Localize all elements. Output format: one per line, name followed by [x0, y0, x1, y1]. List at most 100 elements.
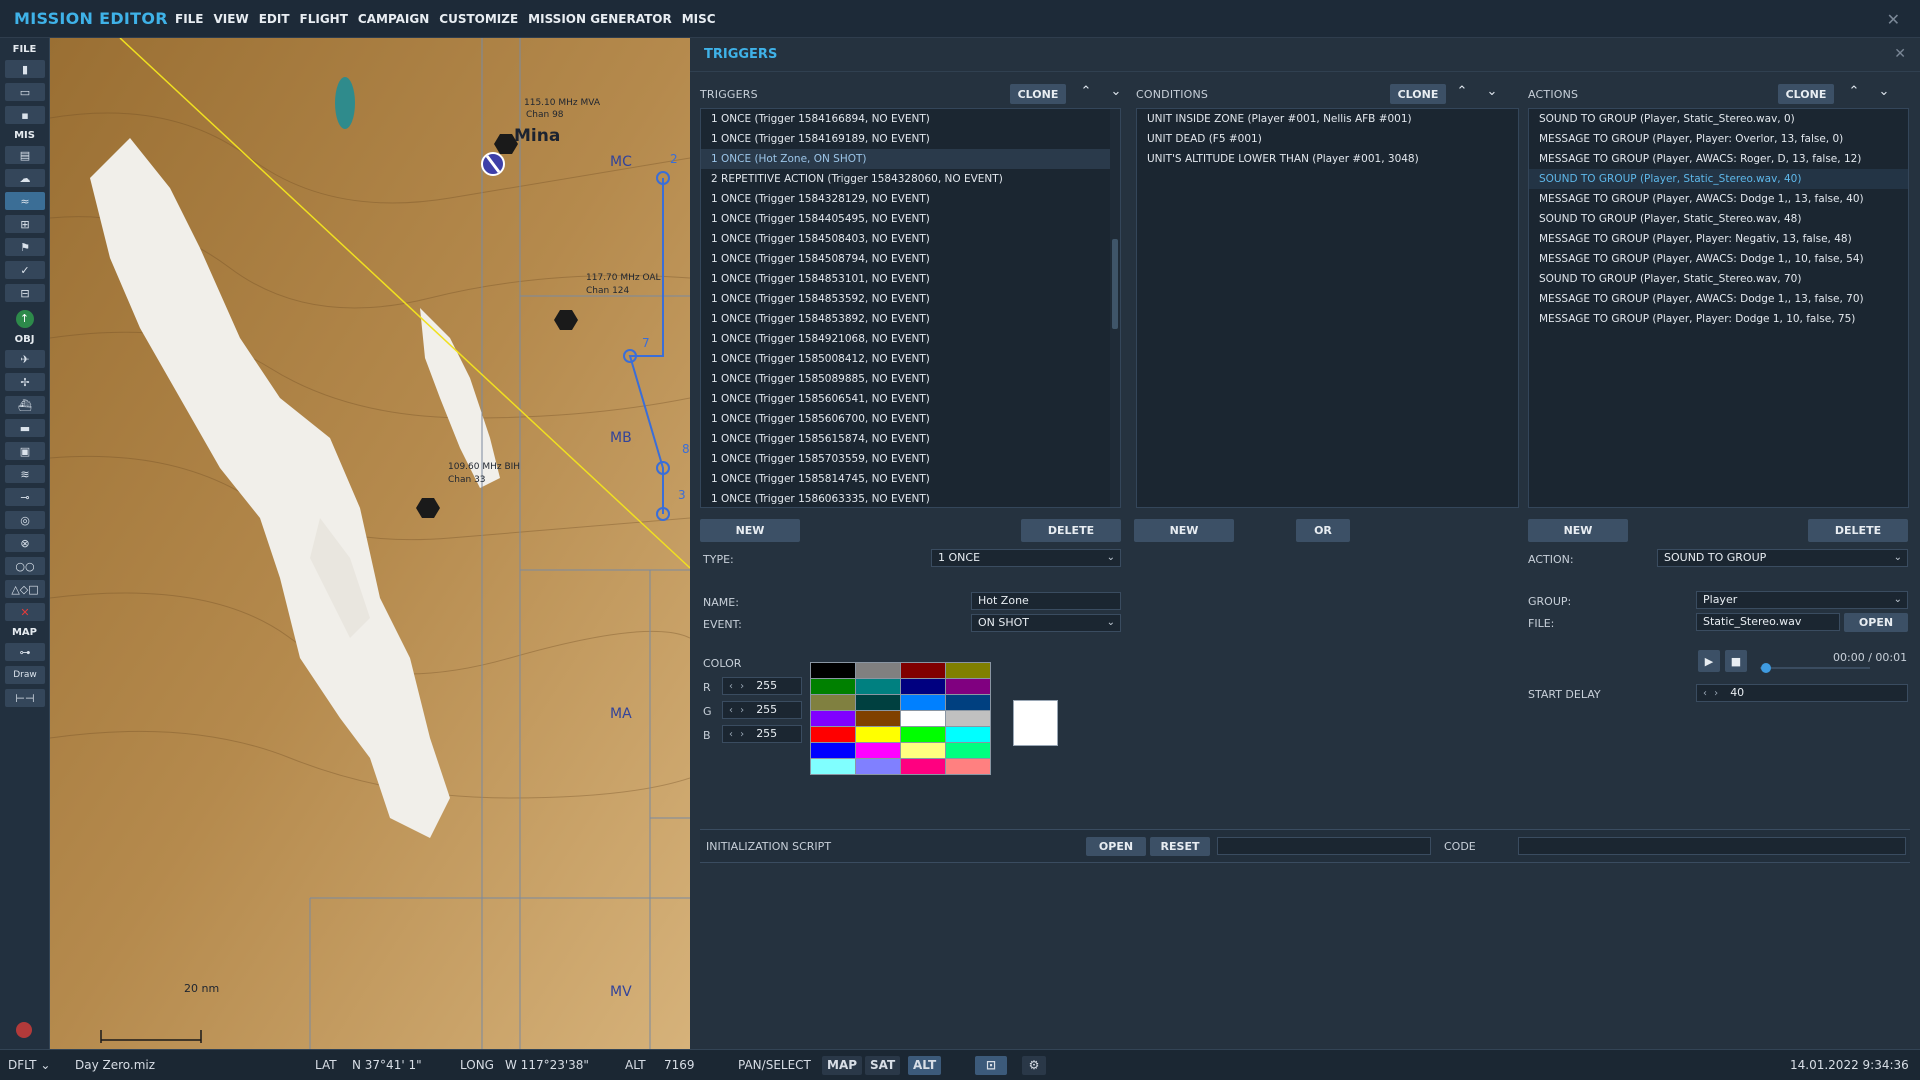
list-item[interactable]: SOUND TO GROUP (Player, Static_Stereo.wa…	[1529, 269, 1908, 289]
list-item[interactable]: 1 ONCE (Trigger 1584328129, NO EVENT)	[701, 189, 1120, 209]
init-script-file-field[interactable]	[1217, 837, 1431, 855]
list-item[interactable]: 1 ONCE (Trigger 1584853892, NO EVENT)	[701, 309, 1120, 329]
zone-icon[interactable]: ⊗	[5, 534, 45, 552]
color-swatch[interactable]	[901, 679, 945, 694]
spinner-arrows-icon[interactable]: ‹ ›	[1703, 688, 1720, 699]
name-field[interactable]: Hot Zone	[971, 592, 1121, 610]
init-script-reset-button[interactable]: RESET	[1150, 837, 1210, 856]
camera-icon[interactable]: ⊡	[975, 1056, 1007, 1075]
init-script-open-button[interactable]: OPEN	[1086, 837, 1146, 856]
color-swatch[interactable]	[811, 695, 855, 710]
color-swatch[interactable]	[901, 663, 945, 678]
vehicle-icon[interactable]: ▬	[5, 419, 45, 437]
list-item[interactable]: 1 ONCE (Trigger 1584166894, NO EVENT)	[701, 109, 1120, 129]
group-icon[interactable]: ○○	[5, 557, 45, 575]
start-delay-spinner[interactable]: ‹ › 40	[1696, 684, 1908, 702]
list-item[interactable]: MESSAGE TO GROUP (Player, Player: Negati…	[1529, 229, 1908, 249]
color-swatch[interactable]	[901, 711, 945, 726]
trigger-zone-icon[interactable]: ⊞	[5, 215, 45, 233]
audio-progress-handle[interactable]	[1761, 663, 1771, 673]
route-icon[interactable]: ⊸	[5, 488, 45, 506]
color-swatch[interactable]	[901, 695, 945, 710]
list-item[interactable]: 1 ONCE (Trigger 1584853592, NO EVENT)	[701, 289, 1120, 309]
list-item[interactable]: MESSAGE TO GROUP (Player, Player: Overlo…	[1529, 129, 1908, 149]
actions-list[interactable]: SOUND TO GROUP (Player, Static_Stereo.wa…	[1528, 108, 1909, 508]
actions-clone-button[interactable]: CLONE	[1778, 84, 1834, 104]
g-spinner[interactable]: ‹ › 255	[722, 701, 802, 719]
goals-icon[interactable]: ⚑	[5, 238, 45, 256]
triggers-clone-button[interactable]: CLONE	[1010, 84, 1066, 104]
open-folder-icon[interactable]: ▭	[5, 83, 45, 101]
list-item[interactable]: 1 ONCE (Trigger 1585008412, NO EVENT)	[701, 349, 1120, 369]
color-swatch[interactable]	[811, 711, 855, 726]
action-select[interactable]: SOUND TO GROUP ⌄	[1657, 549, 1908, 567]
ruler-icon[interactable]: ⊢⊣	[5, 689, 45, 707]
color-swatch[interactable]	[901, 727, 945, 742]
move-up-icon[interactable]: ⌃	[1078, 84, 1094, 99]
color-swatch[interactable]	[946, 743, 990, 758]
color-swatch[interactable]	[946, 759, 990, 774]
move-up-icon[interactable]: ⌃	[1454, 84, 1470, 99]
list-item[interactable]: 1 ONCE (Trigger 1584853101, NO EVENT)	[701, 269, 1120, 289]
color-swatch[interactable]	[946, 679, 990, 694]
list-item[interactable]: MESSAGE TO GROUP (Player, Player: Dodge …	[1529, 309, 1908, 329]
b-spinner[interactable]: ‹ › 255	[722, 725, 802, 743]
list-item[interactable]: 1 ONCE (Trigger 1586063335, NO EVENT)	[701, 489, 1120, 507]
record-icon[interactable]	[16, 1022, 32, 1038]
sat-mode-button[interactable]: SAT	[865, 1056, 901, 1075]
triggers-icon[interactable]: ≈	[5, 192, 45, 210]
group-select[interactable]: Player ⌄	[1696, 591, 1908, 609]
color-swatch[interactable]	[856, 695, 900, 710]
scroll-thumb[interactable]	[1112, 239, 1118, 329]
audio-progress-track[interactable]	[1760, 667, 1870, 669]
triggers-scrollbar[interactable]	[1110, 109, 1120, 507]
target-icon[interactable]: ◎	[5, 511, 45, 529]
color-swatch[interactable]	[811, 759, 855, 774]
briefing-icon[interactable]: ▤	[5, 146, 45, 164]
map-mode-button[interactable]: MAP	[822, 1056, 863, 1075]
waypoint-label[interactable]: 3	[678, 488, 686, 502]
new-file-icon[interactable]: ▮	[5, 60, 45, 78]
list-item[interactable]: 2 REPETITIVE ACTION (Trigger 1584328060,…	[701, 169, 1120, 189]
menu-campaign[interactable]: CAMPAIGN	[353, 12, 434, 26]
stop-icon[interactable]: ■	[1725, 650, 1747, 672]
move-up-icon[interactable]: ⌃	[1846, 84, 1862, 99]
list-item[interactable]: 1 ONCE (Trigger 1585703559, NO EVENT)	[701, 449, 1120, 469]
waypoint-label[interactable]: 8	[682, 442, 690, 456]
menu-file[interactable]: FILE	[170, 12, 209, 26]
panel-close-icon[interactable]: ✕	[1894, 46, 1906, 62]
color-swatch[interactable]	[946, 695, 990, 710]
code-field[interactable]	[1518, 837, 1906, 855]
key-icon[interactable]: ⊶	[5, 643, 45, 661]
waypoints-icon[interactable]: ⊟	[5, 284, 45, 302]
list-item[interactable]: 1 ONCE (Trigger 1585814745, NO EVENT)	[701, 469, 1120, 489]
list-item[interactable]: UNIT'S ALTITUDE LOWER THAN (Player #001,…	[1137, 149, 1518, 169]
list-item[interactable]: 1 ONCE (Hot Zone, ON SHOT)	[701, 149, 1120, 169]
color-swatch[interactable]	[856, 759, 900, 774]
color-swatch[interactable]	[856, 679, 900, 694]
conditions-clone-button[interactable]: CLONE	[1390, 84, 1446, 104]
delete-action-button[interactable]: DELETE	[1808, 519, 1908, 542]
color-swatch[interactable]	[811, 679, 855, 694]
helicopter-icon[interactable]: ✢	[5, 373, 45, 391]
list-item[interactable]: 1 ONCE (Trigger 1584508794, NO EVENT)	[701, 249, 1120, 269]
list-item[interactable]: SOUND TO GROUP (Player, Static_Stereo.wa…	[1529, 169, 1908, 189]
list-item[interactable]: UNIT DEAD (F5 #001)	[1137, 129, 1518, 149]
color-swatch[interactable]	[946, 663, 990, 678]
or-button[interactable]: OR	[1296, 519, 1350, 542]
menu-view[interactable]: VIEW	[209, 12, 254, 26]
color-swatch[interactable]	[856, 663, 900, 678]
static-object-icon[interactable]: ▣	[5, 442, 45, 460]
color-swatch[interactable]	[946, 727, 990, 742]
alt-mode-button[interactable]: ALT	[908, 1056, 942, 1075]
up-arrow-icon[interactable]: ↑	[15, 310, 34, 328]
spinner-arrows-icon[interactable]: ‹ ›	[729, 681, 746, 692]
list-item[interactable]: 1 ONCE (Trigger 1585606700, NO EVENT)	[701, 409, 1120, 429]
file-field[interactable]: Static_Stereo.wav	[1696, 613, 1840, 631]
new-condition-button[interactable]: NEW	[1134, 519, 1234, 542]
list-item[interactable]: SOUND TO GROUP (Player, Static_Stereo.wa…	[1529, 109, 1908, 129]
color-swatch[interactable]	[811, 743, 855, 758]
list-item[interactable]: MESSAGE TO GROUP (Player, AWACS: Dodge 1…	[1529, 289, 1908, 309]
spinner-arrows-icon[interactable]: ‹ ›	[729, 705, 746, 716]
new-action-button[interactable]: NEW	[1528, 519, 1628, 542]
